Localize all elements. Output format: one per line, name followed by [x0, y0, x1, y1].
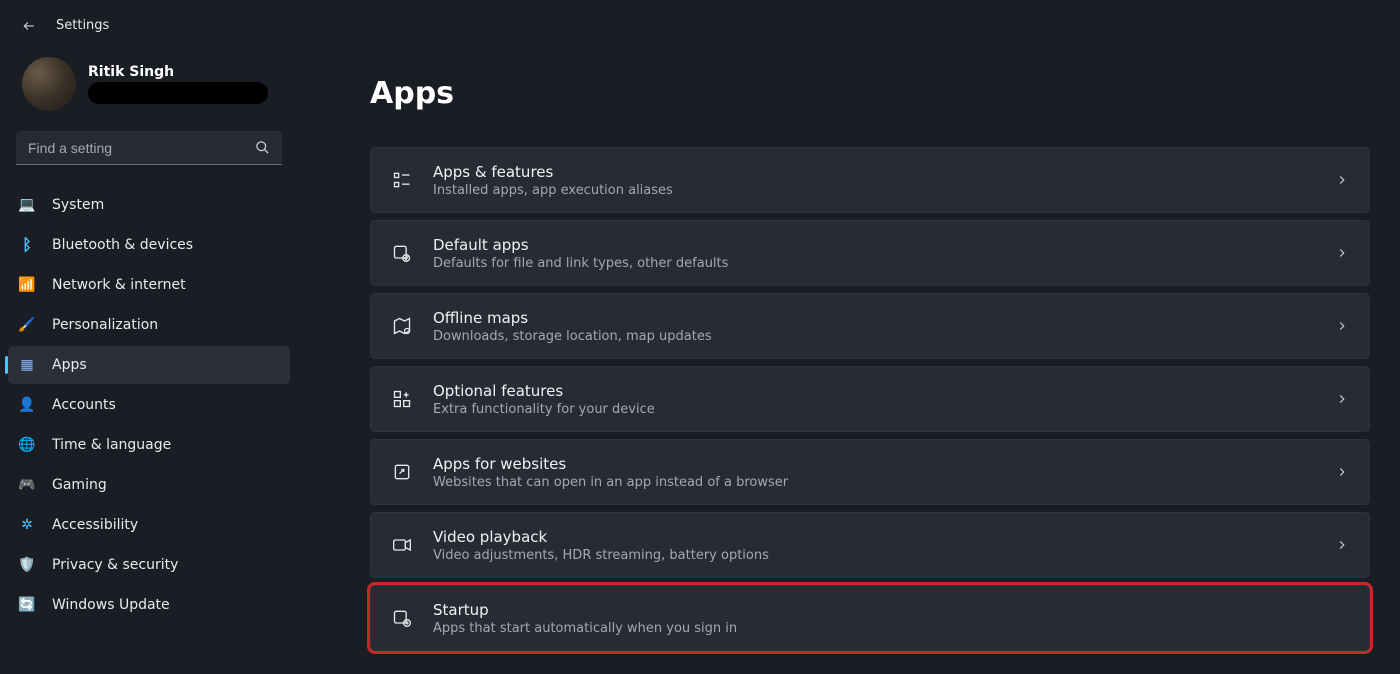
- startup-icon: [391, 607, 413, 629]
- chevron-right-icon: [1335, 465, 1349, 479]
- panel-title: Apps for websites: [433, 455, 1335, 473]
- panel-desc: Video adjustments, HDR streaming, batter…: [433, 548, 1335, 563]
- panel-text: Startup Apps that start automatically wh…: [433, 601, 1349, 636]
- profile-email-redacted: [88, 82, 268, 104]
- chevron-right-icon: [1335, 246, 1349, 260]
- chevron-right-icon: [1335, 319, 1349, 333]
- sidebar-item-label: Apps: [52, 357, 87, 373]
- search-input[interactable]: [28, 140, 255, 156]
- apps-icon: ▦: [18, 356, 36, 374]
- panel-text: Apps & features Installed apps, app exec…: [433, 163, 1335, 198]
- sidebar-item-label: System: [52, 197, 104, 213]
- panel-optional-features[interactable]: Optional features Extra functionality fo…: [370, 366, 1370, 432]
- network-icon: 📶: [18, 276, 36, 294]
- sidebar-item-label: Gaming: [52, 477, 107, 493]
- titlebar: Settings: [8, 18, 290, 33]
- apps-for-websites-icon: [391, 461, 413, 483]
- video-playback-icon: [391, 534, 413, 556]
- panel-text: Apps for websites Websites that can open…: [433, 455, 1335, 490]
- chevron-right-icon: [1335, 392, 1349, 406]
- panel-title: Default apps: [433, 236, 1335, 254]
- main-content: Apps Apps & features Installed apps, app…: [300, 0, 1400, 674]
- sidebar-item-time-language[interactable]: 🌐 Time & language: [8, 426, 290, 464]
- apps-features-icon: [391, 169, 413, 191]
- panel-list: Apps & features Installed apps, app exec…: [370, 147, 1370, 651]
- nav: 💻 System ᛒ Bluetooth & devices 📶 Network…: [8, 185, 290, 625]
- time-language-icon: 🌐: [18, 436, 36, 454]
- system-icon: 💻: [18, 196, 36, 214]
- panel-title: Video playback: [433, 528, 1335, 546]
- sidebar-item-label: Time & language: [52, 437, 171, 453]
- panel-apps-for-websites[interactable]: Apps for websites Websites that can open…: [370, 439, 1370, 505]
- default-apps-icon: [391, 242, 413, 264]
- panel-desc: Downloads, storage location, map updates: [433, 329, 1335, 344]
- panel-text: Optional features Extra functionality fo…: [433, 382, 1335, 417]
- sidebar-item-personalization[interactable]: 🖌️ Personalization: [8, 306, 290, 344]
- panel-apps-features[interactable]: Apps & features Installed apps, app exec…: [370, 147, 1370, 213]
- sidebar-item-network[interactable]: 📶 Network & internet: [8, 266, 290, 304]
- sidebar-item-bluetooth[interactable]: ᛒ Bluetooth & devices: [8, 226, 290, 264]
- panel-video-playback[interactable]: Video playback Video adjustments, HDR st…: [370, 512, 1370, 578]
- sidebar: Settings Ritik Singh 💻 System ᛒ Bluetoot…: [0, 0, 300, 674]
- sidebar-item-accounts[interactable]: 👤 Accounts: [8, 386, 290, 424]
- optional-features-icon: [391, 388, 413, 410]
- panel-title: Startup: [433, 601, 1349, 619]
- bluetooth-icon: ᛒ: [18, 236, 36, 254]
- sidebar-item-label: Accounts: [52, 397, 116, 413]
- windows-update-icon: 🔄: [18, 596, 36, 614]
- search-icon: [255, 140, 270, 155]
- app-title: Settings: [56, 18, 109, 33]
- chevron-right-icon: [1335, 173, 1349, 187]
- panel-desc: Defaults for file and link types, other …: [433, 256, 1335, 271]
- sidebar-item-system[interactable]: 💻 System: [8, 186, 290, 224]
- panel-desc: Websites that can open in an app instead…: [433, 475, 1335, 490]
- sidebar-item-apps[interactable]: ▦ Apps: [8, 346, 290, 384]
- back-icon[interactable]: [22, 19, 36, 33]
- panel-desc: Extra functionality for your device: [433, 402, 1335, 417]
- sidebar-item-label: Windows Update: [52, 597, 170, 613]
- sidebar-item-label: Privacy & security: [52, 557, 178, 573]
- sidebar-item-label: Personalization: [52, 317, 158, 333]
- accounts-icon: 👤: [18, 396, 36, 414]
- offline-maps-icon: [391, 315, 413, 337]
- panel-text: Default apps Defaults for file and link …: [433, 236, 1335, 271]
- profile-name: Ritik Singh: [88, 64, 268, 80]
- page-title: Apps: [370, 76, 1370, 111]
- gaming-icon: 🎮: [18, 476, 36, 494]
- profile-info: Ritik Singh: [88, 64, 268, 104]
- panel-startup[interactable]: Startup Apps that start automatically wh…: [370, 585, 1370, 651]
- search-box[interactable]: [16, 131, 282, 165]
- privacy-icon: 🛡️: [18, 556, 36, 574]
- sidebar-item-windows-update[interactable]: 🔄 Windows Update: [8, 586, 290, 624]
- sidebar-item-label: Bluetooth & devices: [52, 237, 193, 253]
- sidebar-item-label: Network & internet: [52, 277, 186, 293]
- panel-title: Offline maps: [433, 309, 1335, 327]
- chevron-right-icon: [1335, 538, 1349, 552]
- sidebar-item-privacy[interactable]: 🛡️ Privacy & security: [8, 546, 290, 584]
- sidebar-item-accessibility[interactable]: ✲ Accessibility: [8, 506, 290, 544]
- panel-desc: Installed apps, app execution aliases: [433, 183, 1335, 198]
- profile-block[interactable]: Ritik Singh: [8, 57, 290, 111]
- panel-title: Apps & features: [433, 163, 1335, 181]
- accessibility-icon: ✲: [18, 516, 36, 534]
- sidebar-item-label: Accessibility: [52, 517, 138, 533]
- panel-title: Optional features: [433, 382, 1335, 400]
- avatar: [22, 57, 76, 111]
- sidebar-item-gaming[interactable]: 🎮 Gaming: [8, 466, 290, 504]
- panel-text: Video playback Video adjustments, HDR st…: [433, 528, 1335, 563]
- panel-offline-maps[interactable]: Offline maps Downloads, storage location…: [370, 293, 1370, 359]
- panel-text: Offline maps Downloads, storage location…: [433, 309, 1335, 344]
- personalization-icon: 🖌️: [18, 316, 36, 334]
- panel-default-apps[interactable]: Default apps Defaults for file and link …: [370, 220, 1370, 286]
- panel-desc: Apps that start automatically when you s…: [433, 621, 1349, 636]
